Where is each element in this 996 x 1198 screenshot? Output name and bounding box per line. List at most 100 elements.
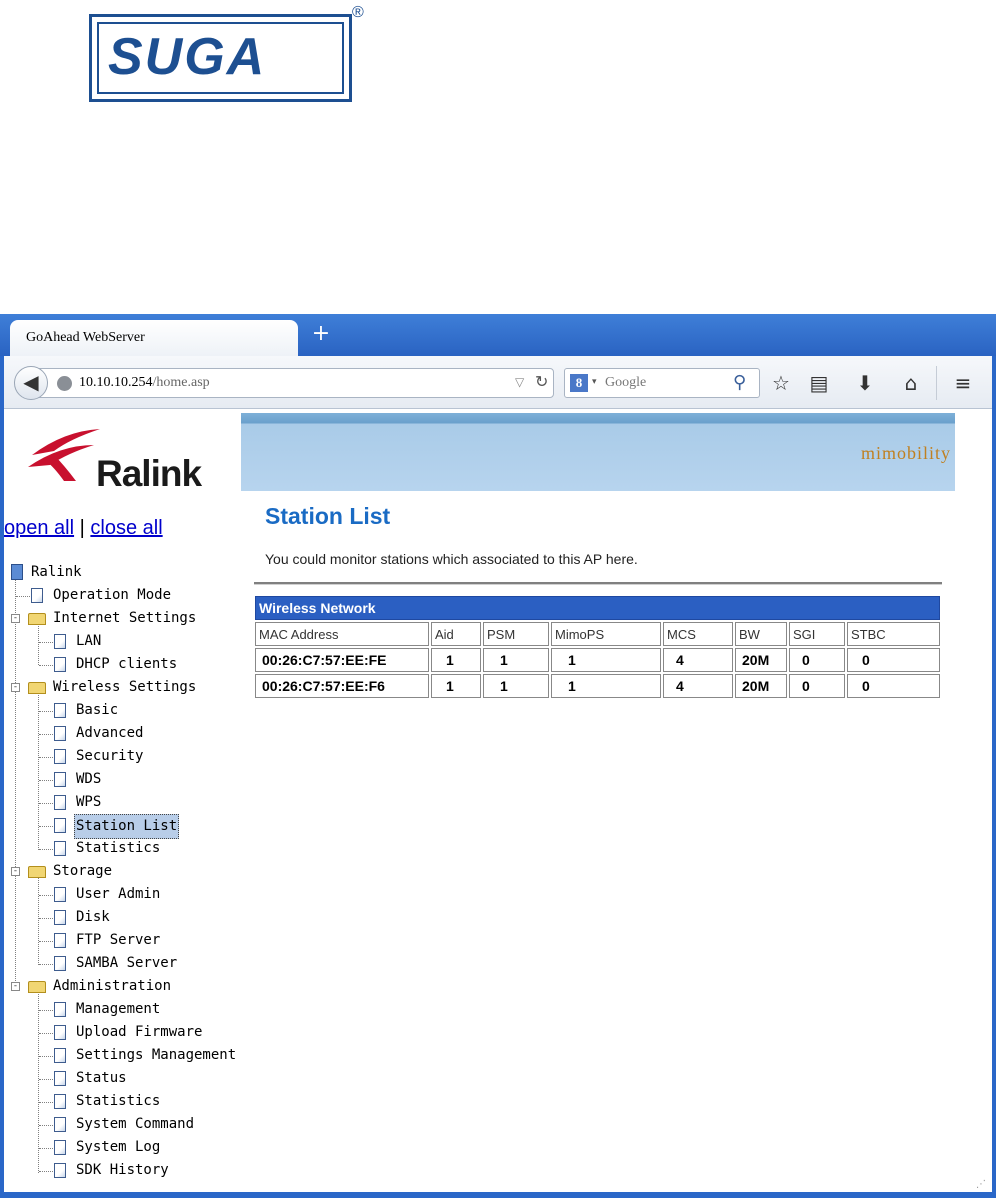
tree-connector [39, 665, 53, 666]
menu-icon[interactable]: ≡ [950, 370, 976, 396]
tree-item-wds[interactable]: WDS [4, 768, 244, 791]
tree-item-storage[interactable]: - Storage [4, 860, 244, 883]
tree-connector [16, 596, 30, 597]
page-icon [54, 795, 66, 810]
mimobility-logo: mimobility [860, 443, 951, 463]
tree-item-sdk-history[interactable]: SDK History [4, 1159, 244, 1182]
page-icon [54, 1048, 66, 1063]
tree-item-station-list[interactable]: Station List [4, 814, 244, 839]
tree-label: User Admin [76, 886, 161, 902]
tree-connector [39, 1033, 53, 1034]
tree-item-ralink[interactable]: Ralink [4, 561, 244, 584]
page-icon [54, 1025, 66, 1040]
tree-label: DHCP clients [76, 656, 178, 672]
cell-aid: 1 [431, 648, 481, 672]
home-icon[interactable]: ⌂ [898, 370, 924, 396]
tree-item-ftp-server[interactable]: FTP Server [4, 929, 244, 952]
cell-mimops: 1 [551, 648, 661, 672]
tree-item-lan[interactable]: LAN [4, 630, 244, 653]
tree-item-management[interactable]: Management [4, 998, 244, 1021]
collapse-icon[interactable]: - [11, 614, 20, 623]
cell-bw: 20M [735, 648, 787, 672]
new-tab-button[interactable]: + [310, 323, 332, 345]
tree-label: SDK History [76, 1162, 169, 1178]
cell-mac: 00:26:C7:57:EE:F6 [255, 674, 429, 698]
url-text: 10.10.10.254/home.asp [79, 375, 210, 391]
url-bar[interactable]: 10.10.10.254/home.asp ▽ ↻ [34, 368, 554, 398]
tree-item-system-command[interactable]: System Command [4, 1113, 244, 1136]
col-header-aid: Aid [431, 622, 481, 646]
tree-label: Basic [76, 702, 119, 718]
cell-psm: 1 [483, 648, 549, 672]
folder-icon [28, 981, 46, 993]
tree-label: System Log [76, 1139, 161, 1155]
col-header-mcs: MCS [663, 622, 733, 646]
search-engine-icon[interactable]: 8 [570, 374, 588, 392]
tree-item-dhcp-clients[interactable]: DHCP clients [4, 653, 244, 676]
page-icon [54, 818, 66, 833]
tree-label: Operation Mode [53, 587, 172, 603]
table-caption-row: Wireless Network [255, 596, 940, 620]
registered-mark: ® [352, 4, 364, 21]
nav-toolbar: 10.10.10.254/home.asp ▽ ↻ ◀ 8 ▾ Google ⚲… [4, 356, 992, 409]
page-icon [54, 1140, 66, 1155]
tree-item-user-admin[interactable]: User Admin [4, 883, 244, 906]
tree-label-selected: Station List [74, 814, 180, 839]
search-engine-dropdown-icon[interactable]: ▾ [592, 377, 597, 387]
back-button[interactable]: ◀ [14, 366, 48, 400]
tree-label: LAN [76, 633, 102, 649]
tree-label: SAMBA Server [76, 955, 178, 971]
resize-grip-icon[interactable]: ⋰ [976, 1179, 986, 1190]
ralink-logo-text: Ralink [96, 453, 202, 494]
tree-label: Statistics [76, 1093, 161, 1109]
tree-item-system-log[interactable]: System Log [4, 1136, 244, 1159]
bookmarks-list-icon[interactable]: ▤ [806, 370, 832, 396]
tree-item-upload-firmware[interactable]: Upload Firmware [4, 1021, 244, 1044]
tree-item-disk[interactable]: Disk [4, 906, 244, 929]
cell-stbc: 0 [847, 674, 940, 698]
tree-item-operation-mode[interactable]: Operation Mode [4, 584, 244, 607]
search-bar[interactable]: 8 ▾ Google ⚲ [564, 368, 760, 398]
bookmark-star-icon[interactable]: ☆ [768, 370, 794, 396]
page-content: Ralink open all | close all Ralink Opera… [4, 409, 992, 1192]
page-icon [54, 933, 66, 948]
tree-label: Ralink [31, 564, 82, 580]
tree-item-samba-server[interactable]: SAMBA Server [4, 952, 244, 975]
tree-item-statistics-admin[interactable]: Statistics [4, 1090, 244, 1113]
reload-icon[interactable]: ↻ [535, 372, 548, 391]
tree-label: Security [76, 748, 144, 764]
tree-item-internet-settings[interactable]: - Internet Settings [4, 607, 244, 630]
tree-label: Wireless Settings [53, 679, 197, 695]
open-all-link[interactable]: open all [4, 517, 74, 539]
tree-item-wps[interactable]: WPS [4, 791, 244, 814]
page-icon [54, 910, 66, 925]
toolbar-separator [936, 366, 937, 400]
tree-item-basic[interactable]: Basic [4, 699, 244, 722]
tree-item-administration[interactable]: - Administration [4, 975, 244, 998]
close-all-link[interactable]: close all [90, 517, 162, 539]
download-icon[interactable]: ⬇ [852, 370, 878, 396]
suga-logo-text: SUGA [108, 28, 267, 86]
tree-item-settings-management[interactable]: Settings Management [4, 1044, 244, 1067]
collapse-icon[interactable]: - [11, 683, 20, 692]
page-icon [54, 726, 66, 741]
collapse-icon[interactable]: - [11, 867, 20, 876]
tree-item-status[interactable]: Status [4, 1067, 244, 1090]
page-title: Station List [265, 503, 391, 529]
tree-connector [39, 1171, 53, 1172]
tree-item-statistics[interactable]: Statistics [4, 837, 244, 860]
tree-item-security[interactable]: Security [4, 745, 244, 768]
tree-connector [39, 895, 53, 896]
search-input[interactable]: Google [605, 375, 646, 391]
tab-goahead[interactable]: GoAhead WebServer [10, 320, 298, 356]
tree-item-wireless-settings[interactable]: - Wireless Settings [4, 676, 244, 699]
collapse-icon[interactable]: - [11, 982, 20, 991]
url-dropdown-icon[interactable]: ▽ [515, 375, 524, 389]
tab-title: GoAhead WebServer [26, 330, 145, 345]
page-icon [31, 588, 43, 603]
magnifier-icon[interactable]: ⚲ [733, 372, 746, 393]
tree-item-advanced[interactable]: Advanced [4, 722, 244, 745]
page-icon [54, 1117, 66, 1132]
url-path: /home.asp [152, 375, 210, 390]
cell-mac: 00:26:C7:57:EE:FE [255, 648, 429, 672]
